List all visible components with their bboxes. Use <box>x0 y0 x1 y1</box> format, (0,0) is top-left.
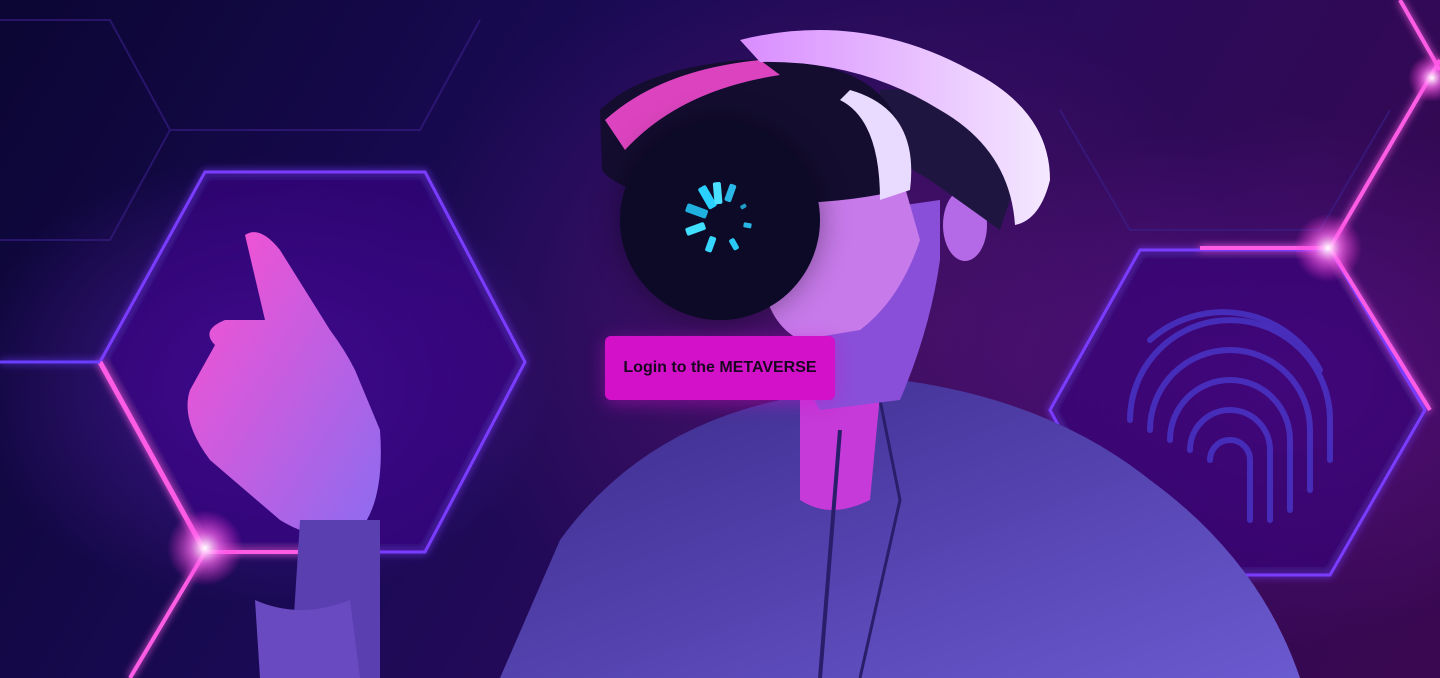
hero-section: Login to the METAVERSE <box>0 0 1440 678</box>
loading-spinner-icon <box>685 181 752 253</box>
loading-spinner <box>620 120 820 320</box>
login-metaverse-button[interactable]: Login to the METAVERSE <box>605 336 835 400</box>
